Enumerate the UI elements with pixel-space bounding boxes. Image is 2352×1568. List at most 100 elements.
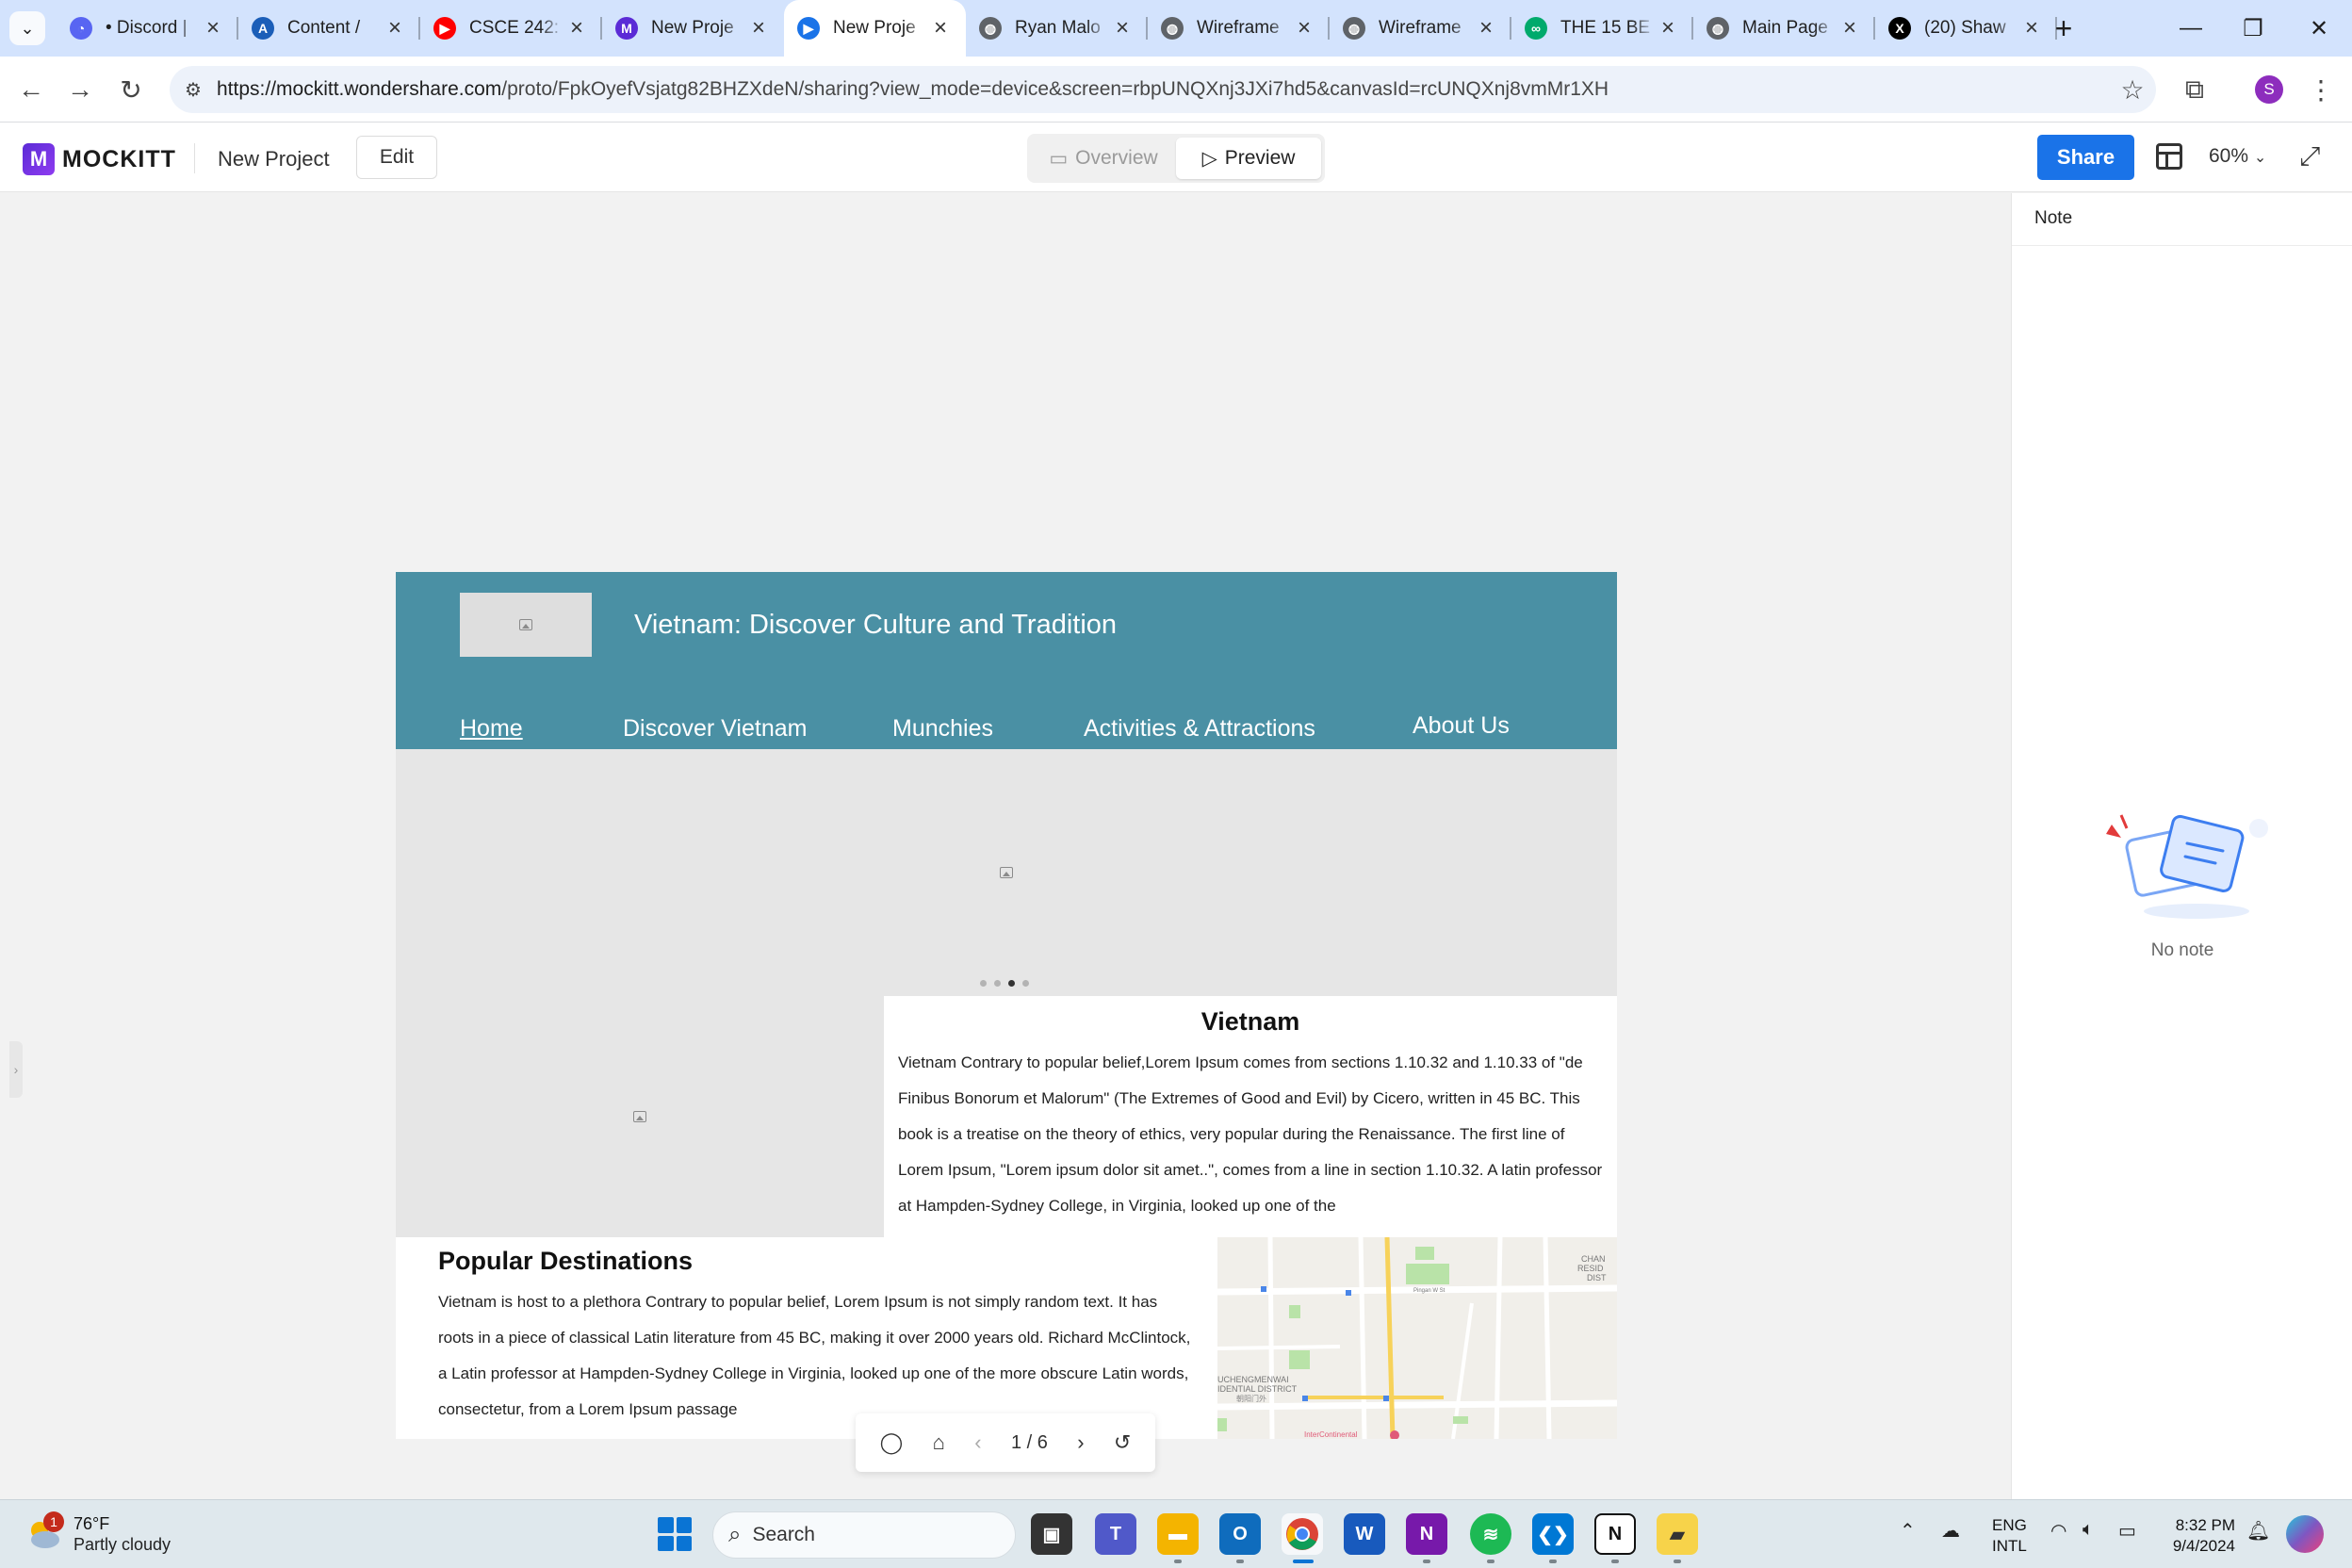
browser-tab[interactable]: A Content / × <box>238 0 420 57</box>
tab-close-icon[interactable]: × <box>928 15 953 41</box>
close-window-button[interactable]: ✕ <box>2288 0 2350 57</box>
tab-close-icon[interactable]: × <box>2019 15 2044 41</box>
nav-about-us[interactable]: About Us <box>1413 712 1510 740</box>
back-button[interactable]: ← <box>11 70 51 109</box>
onenote-icon[interactable]: N <box>1406 1513 1447 1555</box>
tab-close-icon[interactable]: × <box>201 15 225 41</box>
next-page-icon[interactable]: › <box>1077 1430 1084 1455</box>
more-vert-icon: ⋮ <box>2308 74 2334 105</box>
onedrive-icon[interactable]: ☁ <box>1941 1519 1960 1543</box>
browser-tab[interactable]: ◍ Ryan Malo × <box>966 0 1148 57</box>
minimize-button[interactable]: — <box>2160 0 2222 57</box>
browser-tab[interactable]: X (20) Shaw × <box>1875 0 2057 57</box>
carousel-dot[interactable] <box>994 980 1001 987</box>
panel-layout-icon[interactable] <box>2156 143 2182 170</box>
share-button[interactable]: Share <box>2037 135 2134 180</box>
browser-tab[interactable]: M New Proje × <box>602 0 784 57</box>
tab-close-icon[interactable]: × <box>1474 15 1498 41</box>
mockitt-logo-icon[interactable]: M <box>23 143 55 175</box>
weather-condition: Partly cloudy <box>74 1535 172 1554</box>
image-icon <box>519 619 532 630</box>
running-indicator <box>1236 1560 1244 1563</box>
nav-activities-attractions[interactable]: Activities & Attractions <box>1084 715 1315 743</box>
new-tab-button[interactable]: + <box>2047 11 2081 45</box>
tab-favicon-icon: ◍ <box>1343 17 1365 40</box>
edit-button[interactable]: Edit <box>356 136 437 179</box>
spotify-icon[interactable]: ≋ <box>1470 1513 1511 1555</box>
notifications-bell-icon[interactable]: 🔔︎ <box>2246 1519 2270 1543</box>
bookmark-star-icon[interactable]: ☆ <box>2109 74 2156 106</box>
map-widget[interactable]: CHAN RESID DIST Pingan W St UCHENGMENWAI… <box>1217 1237 1617 1439</box>
file-explorer-icon[interactable]: ▬ <box>1157 1513 1199 1555</box>
browser-tab[interactable]: ▶ CSCE 242: × <box>420 0 602 57</box>
clock[interactable]: 8:32 PM 9/4/2024 <box>2164 1515 2235 1557</box>
carousel-dot[interactable] <box>1022 980 1029 987</box>
nav-discover-vietnam[interactable]: Discover Vietnam <box>623 715 807 743</box>
restore-button[interactable]: ❐ <box>2222 0 2284 57</box>
running-indicator <box>1487 1560 1494 1563</box>
outlook-icon[interactable]: O <box>1219 1513 1261 1555</box>
tab-list: ◔ • Discord | × A Content / × ▶ CSCE 242: × M New … <box>57 0 2057 57</box>
url-text[interactable]: https://mockitt.wondershare.com/proto/Fp… <box>217 78 2109 101</box>
reload-button[interactable]: ↻ <box>111 70 151 109</box>
tab-close-icon[interactable]: × <box>1838 15 1862 41</box>
arrow-right-icon: → <box>67 74 93 104</box>
start-button[interactable] <box>658 1517 692 1551</box>
language-indicator[interactable]: ENG INTL <box>1992 1515 2027 1557</box>
tab-close-icon[interactable]: × <box>1110 15 1135 41</box>
lang-code: ENG <box>1992 1516 2027 1534</box>
address-bar[interactable]: ⚙ https://mockitt.wondershare.com/proto/… <box>170 66 2156 113</box>
wifi-icon[interactable]: ◠ <box>2050 1519 2066 1543</box>
previous-page-icon[interactable]: ‹ <box>974 1430 981 1455</box>
site-logo-placeholder <box>460 593 592 657</box>
tab-close-icon[interactable]: × <box>564 15 589 41</box>
home-icon[interactable]: ⌂ <box>933 1430 945 1455</box>
forward-button[interactable]: → <box>60 70 100 109</box>
mockitt-logo-text[interactable]: MOCKITT <box>62 146 176 173</box>
sticky-notes-icon[interactable]: ▰ <box>1657 1513 1698 1555</box>
comment-icon[interactable]: ◯ <box>880 1430 904 1455</box>
browser-tab[interactable]: ◍ Main Page × <box>1693 0 1875 57</box>
volume-icon[interactable]: 🔈︎ <box>2082 1519 2094 1541</box>
overview-tab[interactable]: ▭ Overview <box>1031 138 1176 179</box>
browser-tab[interactable]: ◍ Wireframe × <box>1148 0 1330 57</box>
browser-tab[interactable]: ◔ • Discord | × <box>57 0 238 57</box>
tab-close-icon[interactable]: × <box>1292 15 1316 41</box>
restart-icon[interactable]: ↺ <box>1114 1430 1131 1455</box>
preview-tab[interactable]: ▷ Preview <box>1176 138 1321 179</box>
browser-tab[interactable]: ▶ New Proje × <box>784 0 966 57</box>
battery-icon[interactable]: ▭ <box>2118 1519 2136 1543</box>
profile-avatar[interactable]: S <box>2255 75 2283 104</box>
tab-close-icon[interactable]: × <box>383 15 407 41</box>
extensions-button[interactable]: ⧉ <box>2175 70 2214 109</box>
sidebar-expand-handle[interactable]: › <box>9 1041 23 1098</box>
browser-tab[interactable]: ∞ THE 15 BE × <box>1511 0 1693 57</box>
copilot-icon[interactable] <box>2286 1515 2324 1553</box>
tab-title: (20) Shaw <box>1924 18 2006 38</box>
site-settings-icon[interactable]: ⚙ <box>170 78 217 102</box>
vscode-icon[interactable]: ❮❯ <box>1532 1513 1574 1555</box>
tab-title: New Proje <box>833 18 916 38</box>
zoom-dropdown[interactable]: 60% ⌄ <box>2209 145 2266 168</box>
carousel-dot[interactable] <box>980 980 987 987</box>
chrome-icon[interactable] <box>1282 1513 1323 1555</box>
nav-munchies[interactable]: Munchies <box>892 715 993 743</box>
taskbar-search[interactable]: ⌕ Search <box>712 1511 1016 1559</box>
browser-tab[interactable]: ◍ Wireframe × <box>1330 0 1511 57</box>
browser-menu-button[interactable]: ⋮ <box>2301 70 2341 109</box>
tab-close-icon[interactable]: × <box>1656 15 1680 41</box>
hero-carousel[interactable] <box>396 749 1617 996</box>
weather-widget[interactable]: 1 76°F Partly cloudy <box>24 1511 172 1555</box>
notion-icon[interactable]: N <box>1594 1513 1636 1555</box>
tab-search-button[interactable]: ⌄ <box>9 11 45 45</box>
word-icon[interactable]: W <box>1344 1513 1385 1555</box>
chevron-down-icon: ⌄ <box>2253 150 2267 166</box>
nav-home[interactable]: Home <box>460 715 523 743</box>
tab-title: Main Page <box>1742 18 1828 38</box>
teams-icon[interactable]: T <box>1095 1513 1136 1555</box>
show-hidden-icons[interactable]: ⌃ <box>1900 1519 1916 1543</box>
carousel-dot[interactable] <box>1008 980 1015 987</box>
tab-close-icon[interactable]: × <box>746 15 771 41</box>
fullscreen-icon[interactable]: ⤢ <box>2299 141 2320 172</box>
task-view-icon[interactable]: ▣ <box>1031 1513 1072 1555</box>
